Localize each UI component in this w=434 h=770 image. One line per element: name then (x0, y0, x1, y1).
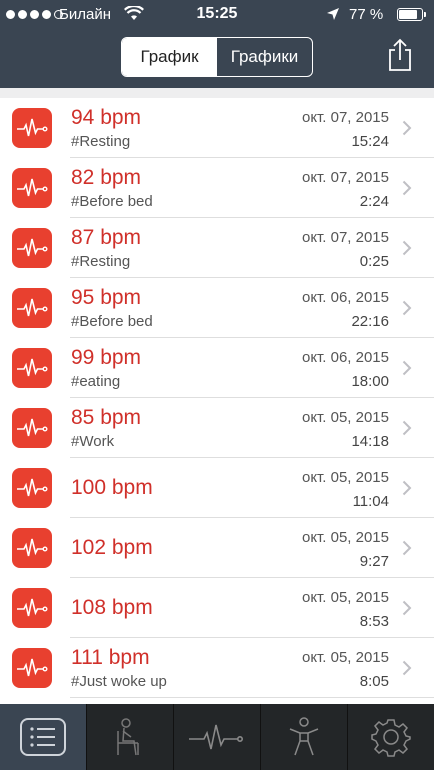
chevron-right-icon (402, 660, 412, 676)
bpm-value: 85 bpm (71, 406, 142, 429)
reading-row[interactable]: 102 bpm окт. 05, 2015 9:27 (0, 518, 434, 578)
reading-time: 18:00 (351, 373, 389, 390)
reading-time: 15:24 (351, 133, 389, 150)
reading-date: окт. 07, 2015 (301, 109, 389, 126)
readings-list[interactable]: 94 bpm #Resting окт. 07, 2015 15:24 82 bpm #B… (0, 98, 434, 704)
battery-level (399, 10, 418, 19)
heartbeat-icon (12, 528, 52, 568)
heartbeat-icon (12, 168, 52, 208)
tab-list[interactable] (0, 704, 87, 770)
battery-icon (397, 8, 426, 21)
reading-time: 22:16 (351, 313, 389, 330)
reading-time: 0:25 (359, 253, 389, 270)
reading-date: окт. 06, 2015 (301, 349, 389, 366)
reading-tag: #Before bed (71, 193, 153, 210)
reading-time: 14:18 (351, 433, 389, 450)
heartbeat-icon (12, 288, 52, 328)
status-bar: Билайн 15:25 77 % (0, 0, 434, 30)
reading-row[interactable]: 100 bpm окт. 05, 2015 11:04 (0, 458, 434, 518)
reading-time: 2:24 (359, 193, 389, 210)
location-arrow-icon (327, 8, 339, 20)
chevron-right-icon (402, 360, 412, 376)
bpm-value: 94 bpm (71, 106, 142, 129)
tab-settings[interactable] (348, 704, 434, 770)
segment-graph[interactable]: График (122, 38, 217, 76)
reading-tag: #Resting (71, 253, 131, 270)
reading-tag: #eating (71, 373, 121, 390)
heartbeat-icon (12, 588, 52, 628)
reading-time: 9:27 (359, 553, 389, 570)
segment-graphs[interactable]: Графики (217, 38, 312, 76)
reading-time: 8:05 (359, 673, 389, 690)
heartbeat-icon (12, 648, 52, 688)
reading-date: окт. 06, 2015 (301, 289, 389, 306)
share-icon[interactable] (387, 38, 413, 72)
sitting-person-icon (117, 718, 139, 756)
tab-heartbeat[interactable] (174, 704, 261, 770)
reading-row[interactable]: 85 bpm #Work окт. 05, 2015 14:18 (0, 398, 434, 458)
chevron-right-icon (402, 240, 412, 256)
tab-activity[interactable] (261, 704, 348, 770)
bpm-value: 82 bpm (71, 166, 142, 189)
chevron-right-icon (402, 600, 412, 616)
tab-sitting[interactable] (87, 704, 174, 770)
heartbeat-icon (12, 228, 52, 268)
reading-tag: #Work (71, 433, 115, 450)
tab-bar (0, 704, 434, 770)
reading-row[interactable]: 99 bpm #eating окт. 06, 2015 18:00 (0, 338, 434, 398)
reading-row[interactable]: 87 bpm #Resting окт. 07, 2015 0:25 (0, 218, 434, 278)
list-icon (20, 718, 66, 756)
navigation-header: Билайн 15:25 77 % График Графики (0, 0, 434, 88)
bpm-value: 108 bpm (71, 596, 153, 619)
reading-date: окт. 07, 2015 (301, 229, 389, 246)
bpm-value: 87 bpm (71, 226, 142, 249)
reading-tag: #Resting (71, 133, 131, 150)
heartbeat-icon (189, 724, 243, 750)
bpm-value: 102 bpm (71, 536, 153, 559)
reading-tag: #Just woke up (71, 673, 167, 690)
list-top-spacer (0, 88, 434, 98)
reading-time: 8:53 (359, 613, 389, 630)
bpm-value: 111 bpm (71, 646, 150, 669)
reading-date: окт. 05, 2015 (301, 589, 389, 606)
reading-row[interactable]: 111 bpm #Just woke up окт. 05, 2015 8:05 (0, 638, 434, 698)
chevron-right-icon (402, 120, 412, 136)
reading-row[interactable]: 94 bpm #Resting окт. 07, 2015 15:24 (0, 98, 434, 158)
battery-percentage: 77 % (349, 6, 384, 23)
reading-date: окт. 05, 2015 (301, 529, 389, 546)
heartbeat-icon (12, 108, 52, 148)
chevron-right-icon (402, 300, 412, 316)
reading-date: окт. 05, 2015 (301, 469, 389, 486)
heartbeat-icon (12, 348, 52, 388)
chevron-right-icon (402, 180, 412, 196)
view-segmented-control[interactable]: График Графики (121, 37, 313, 77)
chevron-right-icon (402, 420, 412, 436)
reading-date: окт. 05, 2015 (301, 649, 389, 666)
reading-row[interactable]: 82 bpm #Before bed окт. 07, 2015 2:24 (0, 158, 434, 218)
standing-person-icon (289, 717, 319, 756)
chevron-right-icon (402, 480, 412, 496)
reading-time: 11:04 (352, 493, 389, 510)
bpm-value: 95 bpm (71, 286, 142, 309)
heartbeat-icon (12, 408, 52, 448)
bpm-value: 99 bpm (71, 346, 142, 369)
heartbeat-icon (12, 468, 52, 508)
gear-icon (371, 719, 411, 757)
reading-date: окт. 05, 2015 (301, 409, 389, 426)
reading-tag: #Before bed (71, 313, 153, 330)
bpm-value: 100 bpm (71, 476, 153, 499)
chevron-right-icon (402, 540, 412, 556)
reading-row[interactable]: 108 bpm окт. 05, 2015 8:53 (0, 578, 434, 638)
reading-row[interactable]: 95 bpm #Before bed окт. 06, 2015 22:16 (0, 278, 434, 338)
reading-date: окт. 07, 2015 (301, 169, 389, 186)
